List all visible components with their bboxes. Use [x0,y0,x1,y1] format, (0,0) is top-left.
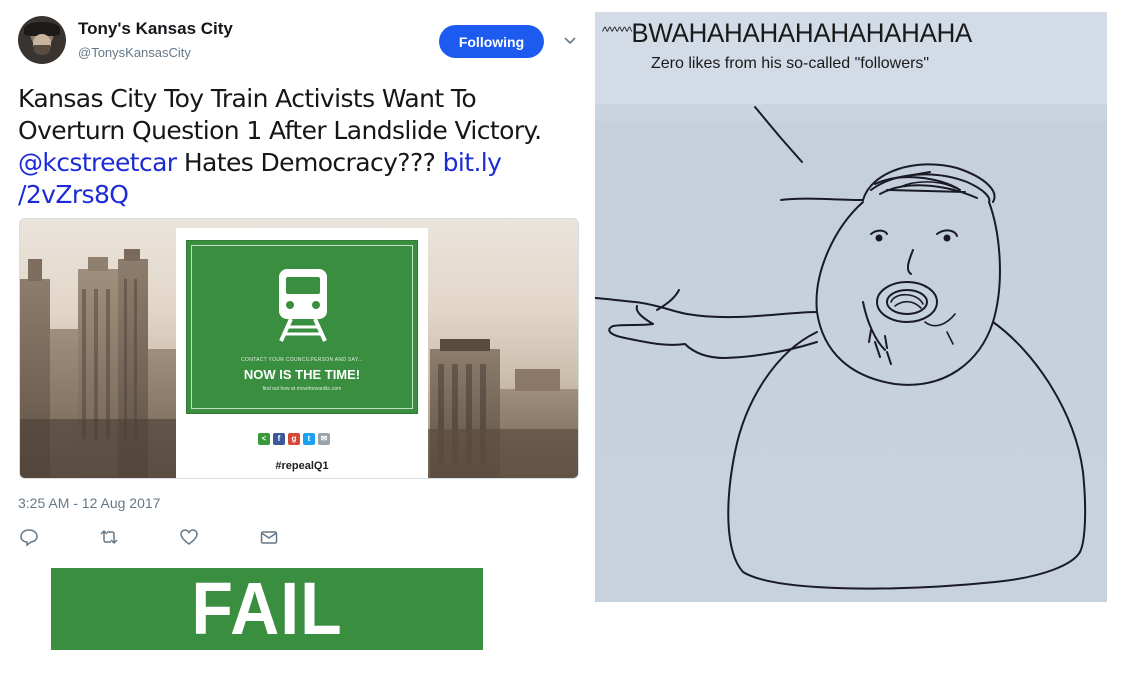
facebook-icon: f [273,433,285,445]
tweet-media-image[interactable]: CONTACT YOUR COUNCILPERSON AND SAY... NO… [19,218,579,479]
account-name[interactable]: Tony's Kansas City [78,19,233,39]
reply-icon[interactable] [18,526,40,548]
tweet-text-part2: Hates Democracy??? [176,148,443,177]
chevron-down-icon[interactable] [562,33,578,49]
envelope-icon[interactable] [258,526,280,548]
poster-url-text: find out how at moveforwardkc.com [262,386,342,392]
sketch-drawing: ^^^^^^BWAHAHAHAHAHAHAHAHA Zero likes fro… [595,12,1107,602]
account-handle[interactable]: @TonysKansasCity [78,45,191,60]
poster-hashtag: #repealQ1 [275,460,329,472]
twitter-icon: t [303,433,315,445]
google-plus-icon: g [288,433,300,445]
retweet-icon[interactable] [98,526,120,548]
poster-headline: NOW IS THE TIME! [243,367,361,382]
share-icon: < [258,433,270,445]
campaign-poster: CONTACT YOUR COUNCILPERSON AND SAY... NO… [176,228,428,478]
train-icon [279,269,327,342]
fail-banner: FAIL [51,568,483,650]
tweet-text: Kansas City Toy Train Activists Want To … [18,83,578,211]
avatar[interactable] [18,16,66,64]
tweet-text-part1: Kansas City Toy Train Activists Want To … [18,84,542,145]
heart-icon[interactable] [178,526,200,548]
short-link-part2[interactable]: /2vZrs8Q [18,180,129,209]
avatar-beard [34,45,50,55]
following-button[interactable]: Following [439,25,544,58]
mention-link[interactable]: @kcstreetcar [18,148,177,177]
poster-share-icons: < f g t ✉ [258,433,330,445]
tweet-card: Tony's Kansas City @TonysKansasCity Foll… [0,0,590,560]
poster-green-panel: CONTACT YOUR COUNCILPERSON AND SAY... NO… [186,240,418,414]
tweet-timestamp[interactable]: 3:25 AM - 12 Aug 2017 [18,495,160,511]
fail-text: FAIL [191,567,343,650]
pointing-man-sketch [595,106,1087,590]
email-icon: ✉ [318,433,330,445]
short-link-part1[interactable]: bit.ly [443,148,502,177]
poster-small-text: CONTACT YOUR COUNCILPERSON AND SAY... [241,357,363,363]
